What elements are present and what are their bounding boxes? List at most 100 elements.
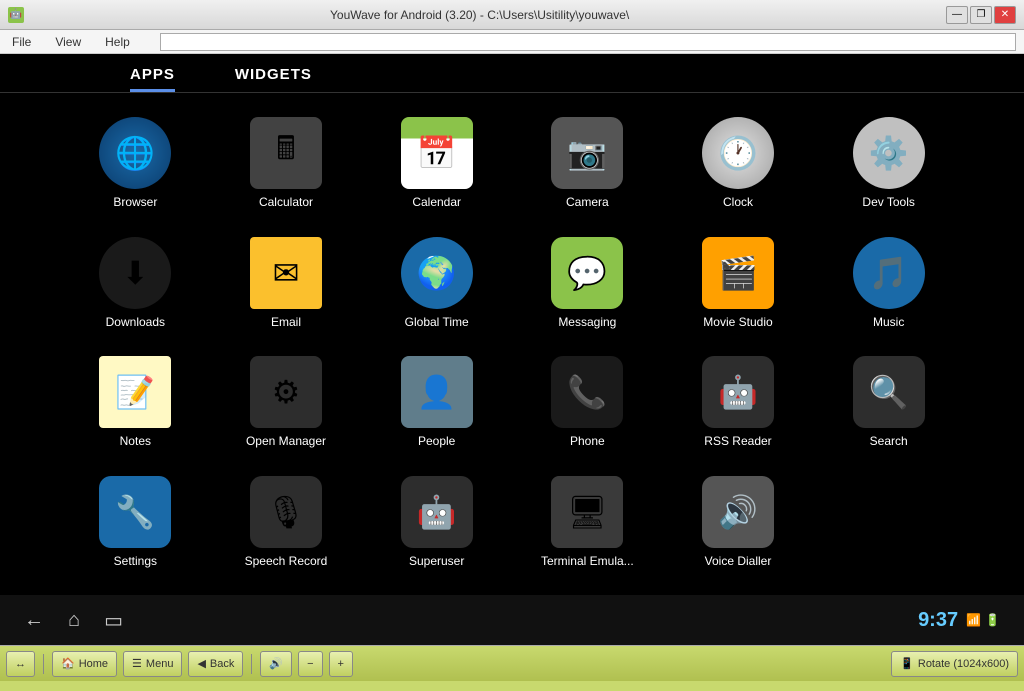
app-label-phone: Phone (570, 434, 605, 448)
app-icon-inner-downloads: ⬇ (99, 237, 171, 309)
volume-down-button[interactable]: − (298, 651, 322, 677)
volume-down-icon: − (307, 658, 313, 670)
tab-apps[interactable]: APPS (130, 66, 175, 92)
volume-mute-button[interactable]: 🔊 (260, 651, 292, 677)
app-label-openmanager: Open Manager (246, 434, 326, 448)
recent-nav-icon[interactable]: ▭ (104, 608, 123, 633)
app-item-search[interactable]: 🔍Search (813, 348, 964, 460)
rotate-button[interactable]: 📱 Rotate (1024x600) (891, 651, 1018, 677)
app-label-clock: Clock (723, 195, 753, 209)
app-label-downloads: Downloads (106, 315, 165, 329)
app-item-openmanager[interactable]: ⚙Open Manager (211, 348, 362, 460)
app-label-voicedialler: Voice Dialler (705, 554, 772, 568)
app-item-rssreader[interactable]: 🤖RSS Reader (663, 348, 814, 460)
taskbar-sep-2 (251, 654, 252, 674)
battery-icon: 🔋 (985, 613, 1000, 627)
menu-view[interactable]: View (51, 33, 85, 51)
app-item-speechrecord[interactable]: 🎙Speech Record (211, 468, 362, 580)
app-item-email[interactable]: ✉Email (211, 229, 362, 341)
app-icon-superuser: 🤖 (401, 476, 473, 548)
close-button[interactable]: ✕ (994, 6, 1016, 24)
app-label-superuser: Superuser (409, 554, 464, 568)
app-icon-devtools: ⚙️ (853, 117, 925, 189)
app-icon-search: 🔍 (853, 356, 925, 428)
clock-display: 9:37 (918, 609, 958, 632)
app-item-messaging[interactable]: 💬Messaging (512, 229, 663, 341)
app-item-globaltime[interactable]: 🌍 Global Time (361, 229, 512, 341)
app-label-calculator: Calculator (259, 195, 313, 209)
taskbar-sep-1 (43, 654, 44, 674)
app-icon-globaltime: 🌍 (401, 237, 473, 309)
menu-button[interactable]: ☰ Menu (123, 651, 182, 677)
app-icon-downloads: ⬇ (99, 237, 171, 309)
app-item-calendar[interactable]: 📅Calendar (361, 109, 512, 221)
menu-icon: ☰ (132, 657, 142, 670)
app-label-devtools: Dev Tools (862, 195, 914, 209)
restore-button[interactable]: ❐ (970, 6, 992, 24)
apps-grid: 🌐Browser🖩Calculator📅Calendar 📷 Camera 🕐 Cloc… (0, 93, 1024, 595)
app-icon-phone: 📞 (551, 356, 623, 428)
app-item-calculator[interactable]: 🖩Calculator (211, 109, 362, 221)
app-label-music: Music (873, 315, 904, 329)
app-item-downloads[interactable]: ⬇ Downloads (60, 229, 211, 341)
app-icon-notes: 📝 (99, 356, 171, 428)
app-item-clock[interactable]: 🕐 Clock (663, 109, 814, 221)
app-item-voicedialler[interactable]: 🔊 Voice Dialler (663, 468, 814, 580)
app-icon-inner-voicedialler: 🔊 (702, 476, 774, 548)
back-nav-icon[interactable]: ← (24, 609, 44, 632)
app-item-notes[interactable]: 📝Notes (60, 348, 211, 460)
app-item-devtools[interactable]: ⚙️ Dev Tools (813, 109, 964, 221)
tab-widgets[interactable]: WIDGETS (235, 66, 312, 92)
app-item-camera[interactable]: 📷 Camera (512, 109, 663, 221)
address-bar[interactable] (160, 33, 1016, 51)
app-icon-inner-settings: 🔧 (99, 476, 171, 548)
app-icon-people: 👤 (401, 356, 473, 428)
back-button[interactable]: ◀ Back (188, 651, 243, 677)
app-item-music[interactable]: 🎵 Music (813, 229, 964, 341)
arrows-button[interactable]: ↔ (6, 651, 35, 677)
app-item-phone[interactable]: 📞 Phone (512, 348, 663, 460)
app-icon-music: 🎵 (853, 237, 925, 309)
app-icon-inner-music: 🎵 (853, 237, 925, 309)
window-controls: — ❐ ✕ (946, 6, 1016, 24)
app-item-superuser[interactable]: 🤖 Superuser (361, 468, 512, 580)
app-item-settings[interactable]: 🔧 Settings (60, 468, 211, 580)
device-icon: 📱 (900, 657, 914, 670)
app-icon-email: ✉ (250, 237, 322, 309)
home-icon: 🏠 (61, 657, 75, 670)
nav-icons: ← ⌂ ▭ (24, 608, 123, 633)
back-icon: ◀ (197, 657, 205, 670)
app-icon-inner-notes: 📝 (99, 356, 171, 428)
home-nav-icon[interactable]: ⌂ (68, 609, 80, 632)
app-label-globaltime: Global Time (405, 315, 469, 329)
window-title: YouWave for Android (3.20) - C:\Users\Us… (330, 8, 629, 22)
app-icon-inner-rssreader: 🤖 (702, 356, 774, 428)
minimize-button[interactable]: — (946, 6, 968, 24)
app-item-terminal[interactable]: 🖥Terminal Emula... (512, 468, 663, 580)
volume-up-icon: + (338, 658, 344, 670)
app-icon-inner-email: ✉ (250, 237, 322, 309)
app-icon-inner-camera: 📷 (551, 117, 623, 189)
app-icon-inner-messaging: 💬 (551, 237, 623, 309)
menu-file[interactable]: File (8, 33, 35, 51)
app-tabs: APPS WIDGETS (0, 54, 1024, 92)
app-label-settings: Settings (114, 554, 157, 568)
android-nav-bar: ← ⌂ ▭ 9:37 📶 🔋 (0, 595, 1024, 645)
status-bar: 9:37 📶 🔋 (918, 609, 1000, 632)
app-item-people[interactable]: 👤 People (361, 348, 512, 460)
app-icon-inner-superuser: 🤖 (401, 476, 473, 548)
app-icon-clock: 🕐 (702, 117, 774, 189)
windows-taskbar: ↔ 🏠 Home ☰ Menu ◀ Back 🔊 − + 📱 Rotate (1… (0, 645, 1024, 681)
app-icon-moviestudio: 🎬 (702, 237, 774, 309)
app-label-camera: Camera (566, 195, 609, 209)
app-item-moviestudio[interactable]: 🎬Movie Studio (663, 229, 814, 341)
home-button[interactable]: 🏠 Home (52, 651, 117, 677)
app-icon-inner-browser: 🌐 (99, 117, 171, 189)
volume-up-button[interactable]: + (329, 651, 353, 677)
app-item-browser[interactable]: 🌐Browser (60, 109, 211, 221)
app-icon-calendar: 📅 (401, 117, 473, 189)
taskbar-right: 📱 Rotate (1024x600) (891, 651, 1018, 677)
app-label-people: People (418, 434, 455, 448)
menu-help[interactable]: Help (101, 33, 134, 51)
app-label-speechrecord: Speech Record (245, 554, 328, 568)
